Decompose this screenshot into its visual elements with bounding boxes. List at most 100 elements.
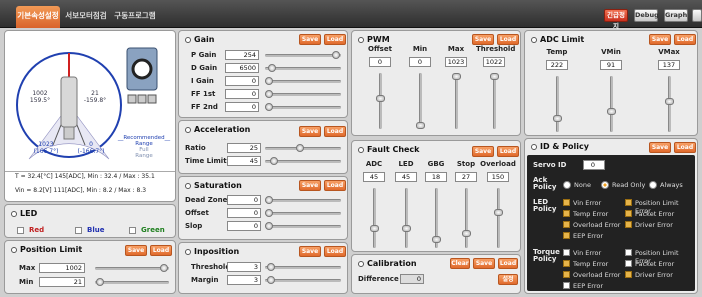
id-policy-load-button[interactable]: Load bbox=[674, 142, 696, 153]
difference-input[interactable]: 0 bbox=[400, 274, 424, 284]
fault-check-save-button[interactable]: Save bbox=[472, 146, 494, 157]
offset-input[interactable]: 0 bbox=[227, 208, 261, 218]
dead-zone-input[interactable]: 0 bbox=[227, 195, 261, 205]
time-limit-slider-knob[interactable] bbox=[270, 157, 278, 165]
dead-zone-slider[interactable] bbox=[265, 196, 341, 204]
ff-1st-slider-knob[interactable] bbox=[265, 90, 273, 98]
packet-error-torque-checkbox[interactable] bbox=[625, 260, 632, 267]
stop-slider[interactable] bbox=[462, 188, 471, 248]
time-limit-input[interactable]: 45 bbox=[227, 156, 261, 166]
position-limit-error-led-checkbox[interactable] bbox=[625, 199, 632, 206]
led-green-checkbox[interactable] bbox=[129, 227, 136, 234]
led-blue-checkbox[interactable] bbox=[75, 227, 82, 234]
position-limit-save-button[interactable]: Save bbox=[125, 245, 147, 256]
max-slider[interactable] bbox=[95, 264, 169, 272]
led-slider[interactable] bbox=[402, 188, 411, 248]
threshold-slider-knob[interactable] bbox=[267, 263, 275, 271]
dead-zone-slider-knob[interactable] bbox=[265, 196, 273, 204]
temp-error-led-checkbox[interactable] bbox=[563, 210, 570, 217]
vmin-slider[interactable] bbox=[607, 76, 616, 132]
min-input[interactable]: 21 bbox=[39, 277, 85, 287]
led-slider-knob[interactable] bbox=[402, 225, 411, 232]
offset-slider[interactable] bbox=[265, 209, 341, 217]
gain-save-button[interactable]: Save bbox=[299, 34, 321, 45]
d-gain-input[interactable]: 6500 bbox=[225, 63, 259, 73]
led-input[interactable]: 45 bbox=[395, 172, 417, 182]
driver-error-led-checkbox[interactable] bbox=[625, 221, 632, 228]
threshold-input[interactable]: 3 bbox=[227, 262, 261, 272]
position-limit-load-button[interactable]: Load bbox=[150, 245, 172, 256]
vmax-input[interactable]: 137 bbox=[658, 60, 680, 70]
tab-drive-program[interactable]: 구동프로그램 bbox=[112, 6, 158, 28]
time-limit-slider[interactable] bbox=[265, 157, 341, 165]
i-gain-slider[interactable] bbox=[265, 77, 341, 85]
min-slider-knob[interactable] bbox=[96, 278, 104, 286]
overload-slider[interactable] bbox=[494, 188, 503, 248]
max-slider[interactable] bbox=[452, 73, 461, 129]
tab-basic-settings[interactable]: 기본속성설정 bbox=[16, 6, 60, 28]
max-input[interactable]: 1023 bbox=[445, 57, 467, 67]
margin-slider-knob[interactable] bbox=[267, 276, 275, 284]
saturation-save-button[interactable]: Save bbox=[299, 180, 321, 191]
calibration-apply-button[interactable]: 설정 bbox=[498, 274, 518, 285]
threshold-slider[interactable] bbox=[490, 73, 499, 129]
calibration-save-button[interactable]: Save bbox=[473, 258, 495, 269]
acceleration-load-button[interactable]: Load bbox=[324, 126, 346, 137]
max-slider-knob[interactable] bbox=[452, 73, 461, 80]
p-gain-slider-knob[interactable] bbox=[332, 51, 340, 59]
slop-slider-knob[interactable] bbox=[265, 222, 273, 230]
stop-slider-knob[interactable] bbox=[462, 230, 471, 237]
vmin-slider-knob[interactable] bbox=[607, 108, 616, 115]
min-slider-knob[interactable] bbox=[416, 122, 425, 129]
ack-read-only-radio[interactable] bbox=[601, 181, 609, 189]
temp-error-torque-checkbox[interactable] bbox=[563, 260, 570, 267]
led-red-checkbox[interactable] bbox=[17, 227, 24, 234]
offset-slider[interactable] bbox=[376, 73, 385, 129]
temp-slider[interactable] bbox=[553, 76, 562, 132]
ff-2nd-input[interactable]: 0 bbox=[225, 102, 259, 112]
inposition-save-button[interactable]: Save bbox=[299, 246, 321, 257]
pwm-load-button[interactable]: Load bbox=[497, 34, 519, 45]
adc-input[interactable]: 45 bbox=[363, 172, 385, 182]
adc-limit-save-button[interactable]: Save bbox=[649, 34, 671, 45]
threshold-input[interactable]: 1022 bbox=[483, 57, 505, 67]
vin-error-led-checkbox[interactable] bbox=[563, 199, 570, 206]
gbg-input[interactable]: 18 bbox=[425, 172, 447, 182]
i-gain-slider-knob[interactable] bbox=[265, 77, 273, 85]
ff-1st-slider[interactable] bbox=[265, 90, 341, 98]
graph-button[interactable]: Graph bbox=[664, 9, 688, 22]
max-slider-knob[interactable] bbox=[160, 264, 168, 272]
ack-none-radio[interactable] bbox=[563, 181, 571, 189]
overload-error-led-checkbox[interactable] bbox=[563, 221, 570, 228]
packet-error-led-checkbox[interactable] bbox=[625, 210, 632, 217]
ff-2nd-slider[interactable] bbox=[265, 103, 341, 111]
threshold-slider[interactable] bbox=[265, 263, 341, 271]
calibration-load-button[interactable]: Load bbox=[498, 258, 518, 269]
slop-slider[interactable] bbox=[265, 222, 341, 230]
gain-load-button[interactable]: Load bbox=[324, 34, 346, 45]
offset-slider-knob[interactable] bbox=[265, 209, 273, 217]
emergency-stop-button[interactable]: 긴급정지 bbox=[604, 9, 628, 30]
pwm-save-button[interactable]: Save bbox=[472, 34, 494, 45]
ff-1st-input[interactable]: 0 bbox=[225, 89, 259, 99]
adc-limit-load-button[interactable]: Load bbox=[674, 34, 696, 45]
ratio-slider-knob[interactable] bbox=[296, 144, 304, 152]
d-gain-slider-knob[interactable] bbox=[268, 64, 276, 72]
position-limit-error-torque-checkbox[interactable] bbox=[625, 249, 632, 256]
gbg-slider-knob[interactable] bbox=[432, 236, 441, 243]
vmin-input[interactable]: 91 bbox=[600, 60, 622, 70]
p-gain-input[interactable]: 254 bbox=[225, 50, 259, 60]
slop-input[interactable]: 0 bbox=[227, 221, 261, 231]
ff-2nd-slider-knob[interactable] bbox=[265, 103, 273, 111]
offset-input[interactable]: 0 bbox=[369, 57, 391, 67]
ratio-slider[interactable] bbox=[265, 144, 341, 152]
acceleration-save-button[interactable]: Save bbox=[299, 126, 321, 137]
ratio-input[interactable]: 25 bbox=[227, 143, 261, 153]
eep-error-led-checkbox[interactable] bbox=[563, 232, 570, 239]
id-policy-save-button[interactable]: Save bbox=[649, 142, 671, 153]
p-gain-slider[interactable] bbox=[265, 51, 341, 59]
driver-error-torque-checkbox[interactable] bbox=[625, 271, 632, 278]
threshold-slider-knob[interactable] bbox=[490, 73, 499, 80]
overload-slider-knob[interactable] bbox=[494, 209, 503, 216]
temp-slider-knob[interactable] bbox=[553, 115, 562, 122]
